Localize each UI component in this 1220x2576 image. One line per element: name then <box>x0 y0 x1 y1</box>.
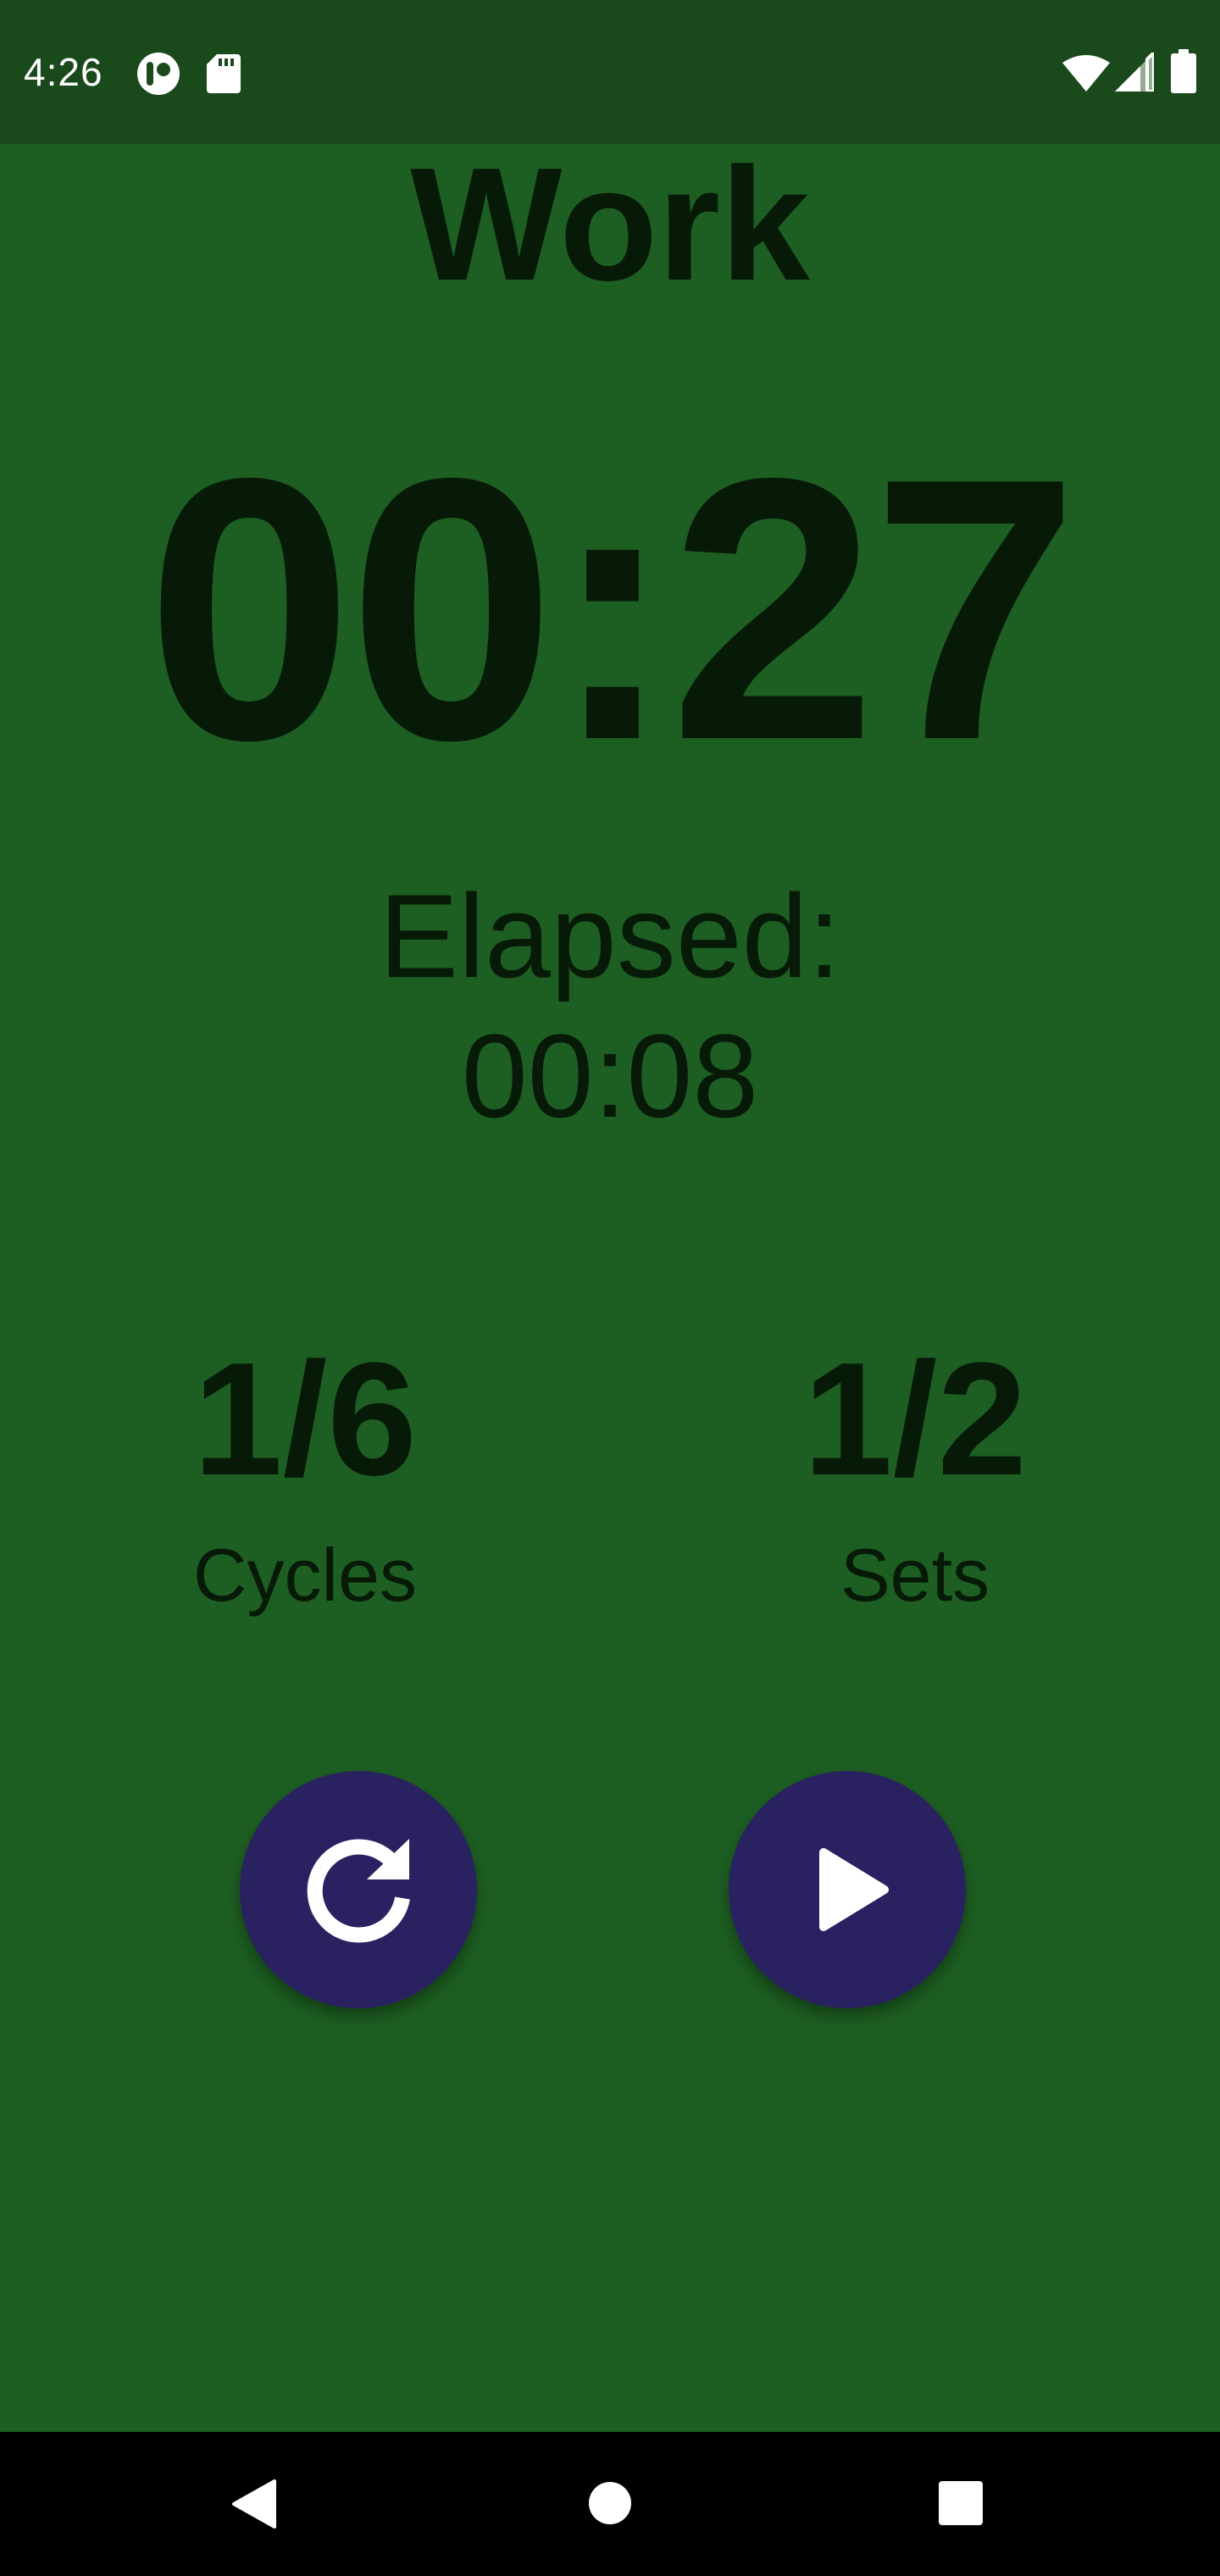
restart-icon <box>307 1839 410 1943</box>
wifi-icon <box>1062 54 1110 92</box>
sets-count: 1/2 <box>802 1330 1028 1509</box>
status-bar: 4:26 <box>0 0 1220 144</box>
cell-signal-icon <box>1115 53 1154 92</box>
app-notification-icon <box>136 51 181 97</box>
elapsed-time: 00:08 <box>461 1009 759 1142</box>
cycles-count: 1/6 <box>192 1330 418 1509</box>
countdown-timer: 00:27 <box>146 402 1079 818</box>
navigation-bar <box>0 2432 1220 2576</box>
status-time: 4:26 <box>24 50 103 94</box>
elapsed-label: Elapsed: <box>379 869 841 1002</box>
back-button[interactable] <box>230 2479 276 2529</box>
play-icon <box>819 1848 889 1931</box>
recents-button[interactable] <box>939 2481 983 2525</box>
sets-label: Sets <box>840 1533 990 1617</box>
cycles-label: Cycles <box>192 1533 418 1617</box>
recents-icon <box>939 2481 983 2525</box>
back-icon <box>232 2479 276 2529</box>
home-icon <box>589 2482 631 2524</box>
sd-card-icon <box>207 54 241 93</box>
battery-icon <box>1171 49 1196 93</box>
phase-title: Work <box>410 135 810 314</box>
restart-button[interactable] <box>240 1771 477 2008</box>
home-button[interactable] <box>587 2480 633 2526</box>
play-button[interactable] <box>729 1771 966 2008</box>
